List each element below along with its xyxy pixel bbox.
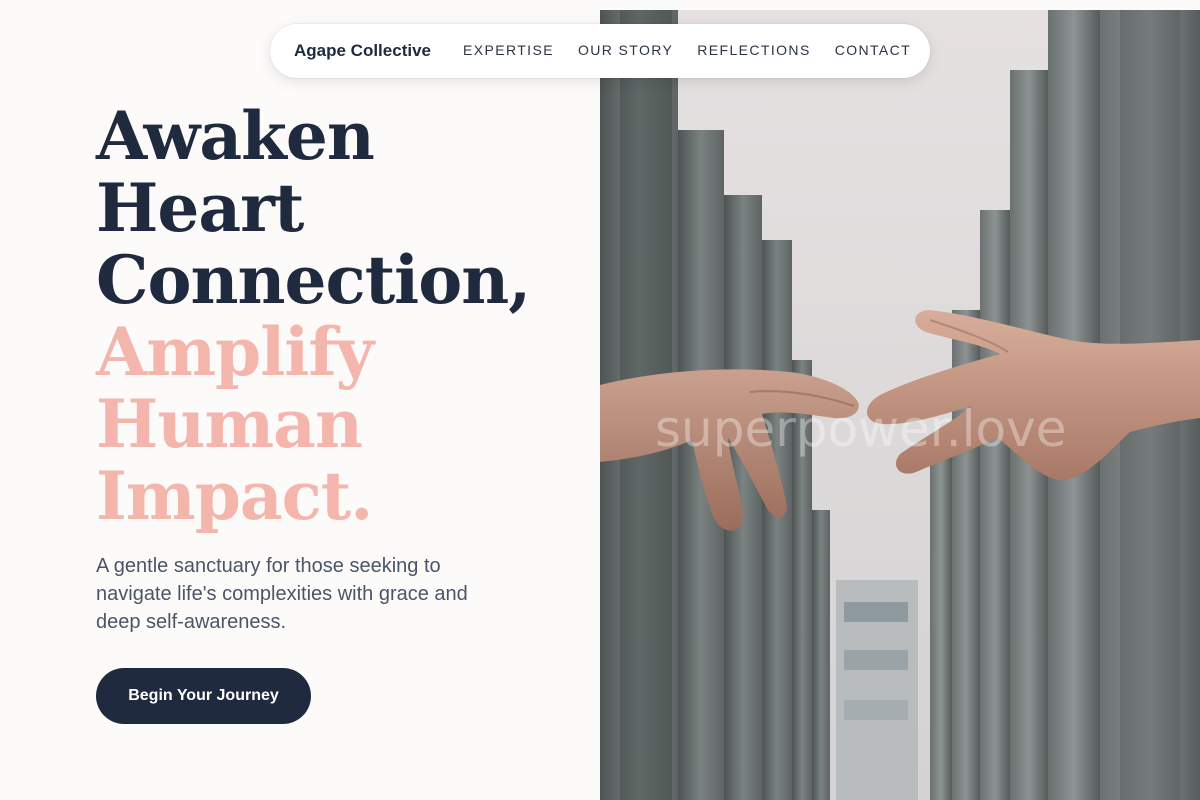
nav-link-expertise[interactable]: EXPERTISE	[463, 42, 554, 58]
nav-item-our-story: OUR STORY	[578, 42, 673, 60]
nav-link-contact[interactable]: CONTACT	[835, 42, 911, 58]
hero-text-section: Awaken Heart Connection, Amplify Human I…	[0, 0, 600, 800]
nav-item-contact: CONTACT	[835, 42, 911, 60]
brand-logo-link[interactable]: Agape Collective	[294, 41, 431, 61]
headline-accent-line-1: Amplify	[96, 313, 374, 391]
begin-journey-button[interactable]: Begin Your Journey	[96, 668, 311, 724]
hero-image: superpower.love	[600, 10, 1200, 800]
headline-line-2: Heart	[96, 169, 304, 247]
hero-headline: Awaken Heart Connection, Amplify Human I…	[96, 97, 531, 535]
top-navbar: Agape Collective EXPERTISE OUR STORY REF…	[270, 24, 930, 78]
landing-page: Agape Collective EXPERTISE OUR STORY REF…	[0, 0, 1200, 800]
nav-link-reflections[interactable]: REFLECTIONS	[697, 42, 810, 58]
headline-line-3: Connection,	[96, 241, 531, 319]
hands-reaching-illustration: superpower.love	[600, 10, 1200, 800]
headline-line-1: Awaken	[96, 97, 375, 175]
headline-accent-line-2: Human	[96, 385, 363, 463]
nav-links: EXPERTISE OUR STORY REFLECTIONS CONTACT	[463, 42, 911, 60]
nav-item-reflections: REFLECTIONS	[697, 42, 810, 60]
headline-accent-line-3: Impact.	[96, 457, 373, 535]
watermark-text: superpower.love	[655, 400, 1066, 458]
nav-link-our-story[interactable]: OUR STORY	[578, 42, 673, 58]
hero-subtext: A gentle sanctuary for those seeking to …	[96, 555, 468, 633]
nav-item-expertise: EXPERTISE	[463, 42, 554, 60]
